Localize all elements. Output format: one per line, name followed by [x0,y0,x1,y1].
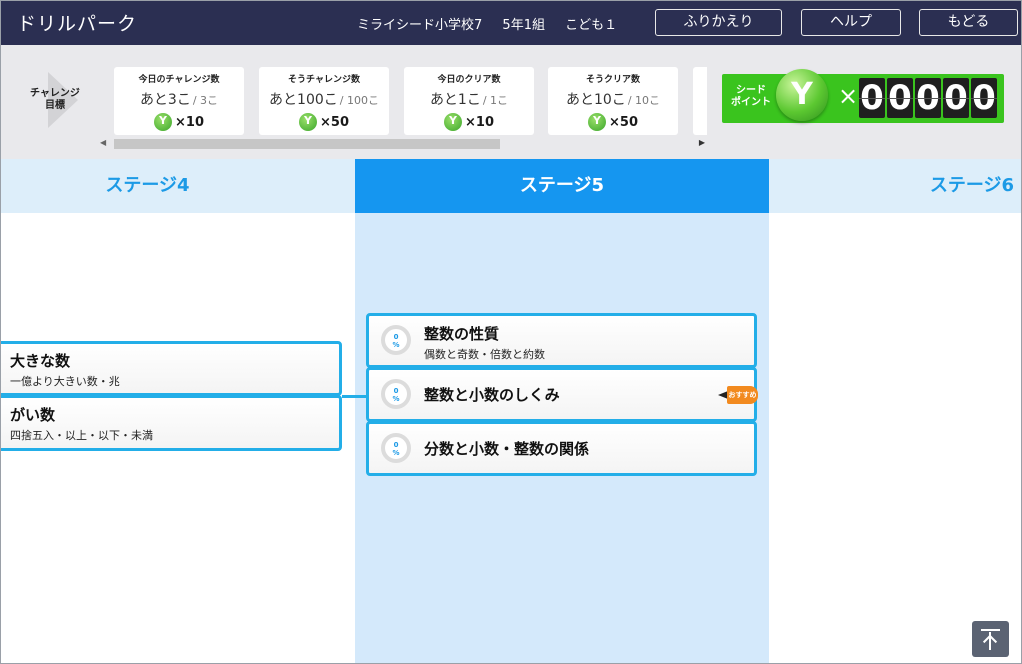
tab-stage-4[interactable]: ステージ4 [0,159,355,213]
challenge-card-total-challenge: そうチャレンジ数 あと100こ/ 100こ ×50 [259,67,389,135]
class-name: 5年1組 [502,18,545,33]
counter-digit: 0 [943,78,969,118]
user-name: こども１ [565,18,618,33]
unit-approximate-numbers[interactable]: がい数 四捨五入・以上・以下・未満 [0,395,342,451]
progress-percent: 0 % [381,379,411,409]
seed-point-counter: 0 0 0 0 0 [859,78,997,118]
unit-integers-and-decimals[interactable]: 0 % 整数と小数のしくみ [366,367,757,422]
sprout-icon [776,69,828,121]
review-button[interactable]: ふりかえり [655,9,782,36]
challenge-card-today-challenge: 今日のチャレンジ数 あと3こ/ 3こ ×10 [114,67,244,135]
unit-fractions-decimals-integers[interactable]: 0 % 分数と小数・整数の関係 [366,421,757,476]
challenge-card-today-clear: 今日のクリア数 あと1こ/ 1こ ×10 [404,67,534,135]
scrollbar-thumb[interactable] [114,139,500,149]
seed-icon [154,113,172,131]
challenge-card-total-clear: そうクリア数 あと10こ/ 10こ ×50 [548,67,678,135]
app-header: ドリルパーク ミライシード小学校7 5年1組 こども１ ふりかえり ヘルプ もど… [0,0,1022,45]
unit-integer-properties[interactable]: 0 % 整数の性質 偶数と奇数・倍数と約数 [366,313,757,368]
triangle-left-icon[interactable]: ◀ [100,138,106,147]
unit-connector [342,395,366,398]
counter-digit: 0 [887,78,913,118]
triangle-right-icon[interactable]: ▶ [699,138,705,147]
app-title: ドリルパーク [17,13,138,35]
recommend-badge: おすすめ [727,386,758,404]
counter-digit: 0 [971,78,997,118]
user-info: ミライシード小学校7 5年1組 こども１ [357,14,633,33]
progress-percent: 0 % [381,433,411,463]
help-button[interactable]: ヘルプ [801,9,901,36]
recommend-pencil-icon: おすすめ [718,385,758,405]
tab-stage-5[interactable]: ステージ5 [355,159,769,213]
challenge-scrollbar[interactable]: ◀ ▶ [100,137,705,151]
times-sign: × [838,82,859,110]
challenge-cards[interactable]: 今日のチャレンジ数 あと3こ/ 3こ ×10 そうチャレンジ数 あと100こ/ … [110,65,707,137]
seed-point-label: シード ポイント [731,85,771,108]
challenge-card-partial [693,67,707,135]
progress-percent: 0 % [381,325,411,355]
school-name: ミライシード小学校7 [357,18,483,33]
seed-icon [299,113,317,131]
tab-stage-6[interactable]: ステージ6 [769,159,1022,213]
scroll-to-top-icon[interactable] [972,621,1009,657]
counter-digit: 0 [859,78,885,118]
unit-large-numbers[interactable]: 大きな数 一億より大きい数・兆 [0,341,342,396]
seed-point-panel: シード ポイント × 0 0 0 0 0 [722,69,1004,123]
seed-icon [588,113,606,131]
seed-icon [444,113,462,131]
counter-digit: 0 [915,78,941,118]
challenge-area: チャレンジ 目標 今日のチャレンジ数 あと3こ/ 3こ ×10 そうチャレンジ数… [0,45,1022,159]
challenge-goal-label: チャレンジ 目標 [30,88,80,111]
back-button[interactable]: もどる [919,9,1018,36]
